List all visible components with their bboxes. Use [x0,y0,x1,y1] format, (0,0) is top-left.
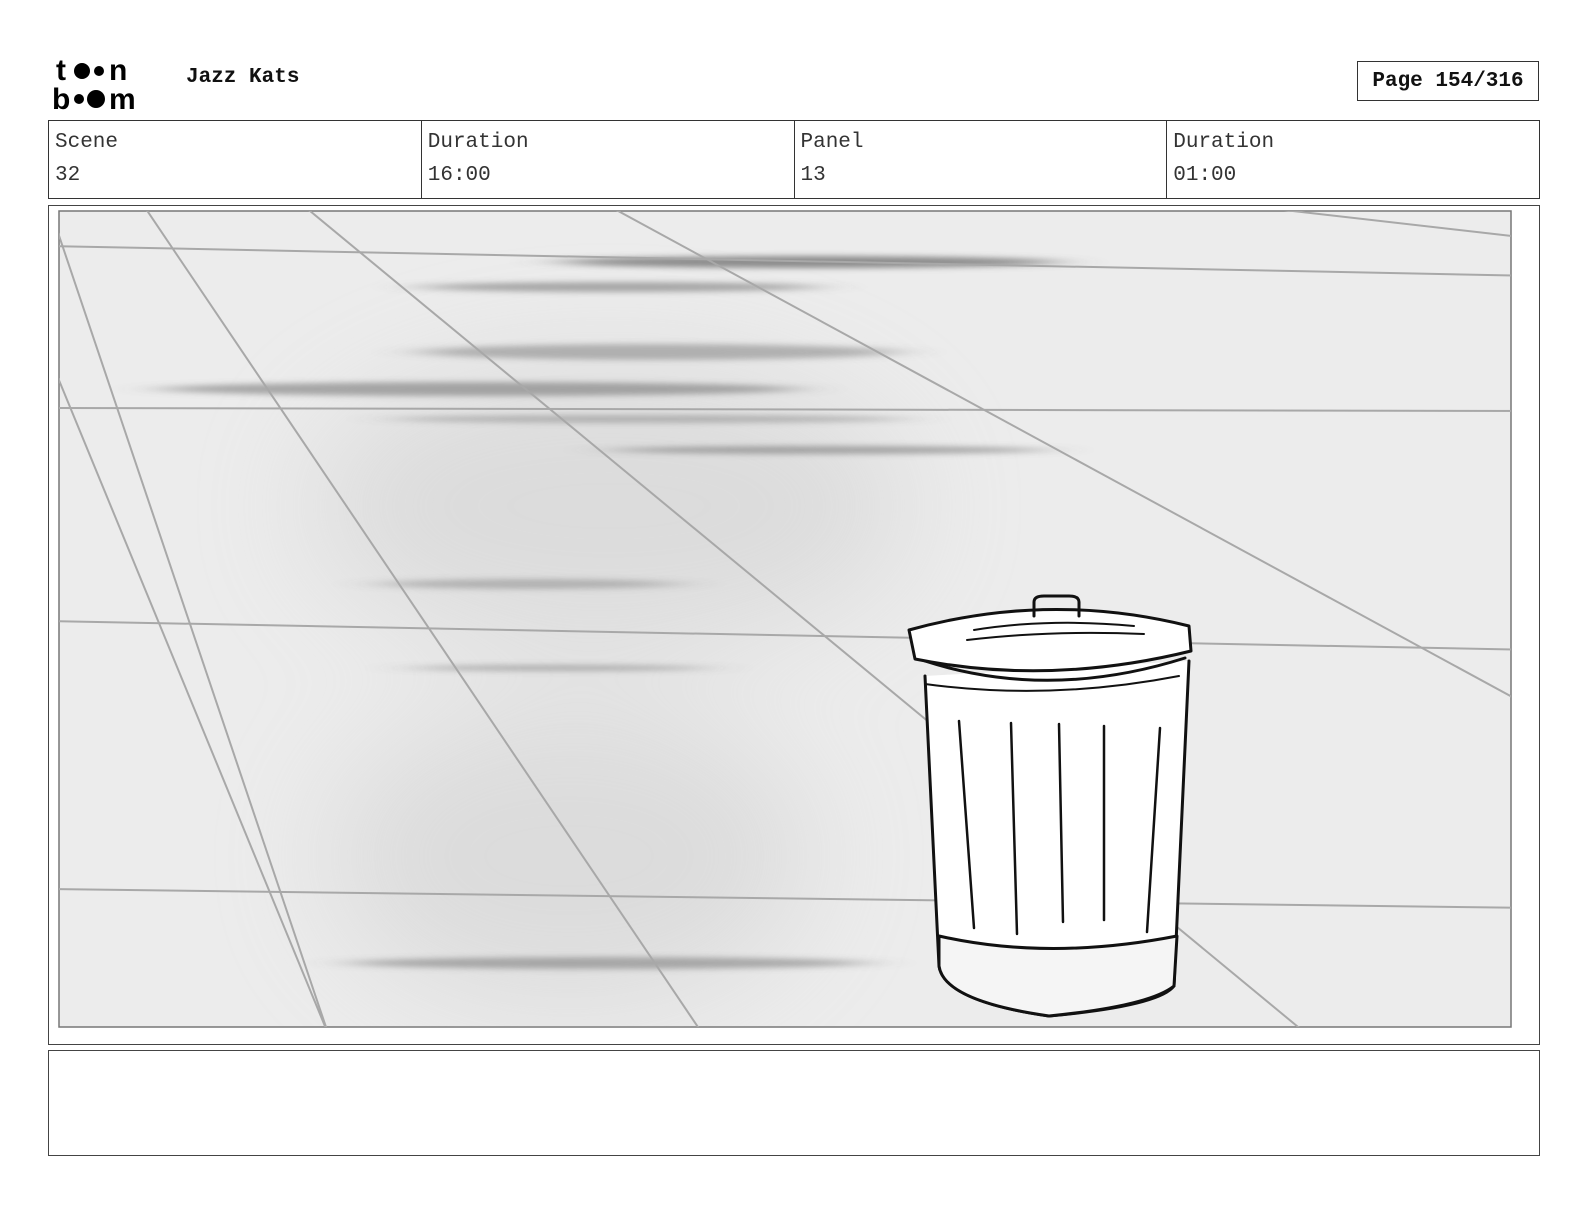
trash-can-drawing [907,594,1193,1018]
svg-text:b: b [52,83,70,112]
panel-duration-value: 01:00 [1173,164,1237,187]
panel-duration-label: Duration [1173,131,1275,154]
panel-cell: Panel 13 [795,121,1168,198]
scene-info-table: Scene 32 Duration 16:00 Panel 13 Duratio… [48,120,1540,199]
scene-duration-cell: Duration 16:00 [422,121,795,198]
scene-label: Scene [55,131,119,154]
scene-duration-value: 16:00 [427,164,491,187]
toon-boom-logo: t n b m [52,54,136,112]
panel-drawing [58,210,1512,1028]
panel-value: 13 [800,164,826,187]
project-title: Jazz Kats [186,66,300,89]
storyboard-panel [48,205,1540,1045]
scene-duration-label: Duration [427,131,529,154]
panel-duration-cell: Duration 01:00 [1167,121,1539,198]
scene-value: 32 [55,164,81,187]
svg-text:m: m [109,83,136,112]
scene-cell: Scene 32 [49,121,422,198]
panel-notes-box [48,1050,1540,1156]
page-number: Page 154/316 [1357,61,1539,101]
panel-label: Panel [800,131,864,154]
